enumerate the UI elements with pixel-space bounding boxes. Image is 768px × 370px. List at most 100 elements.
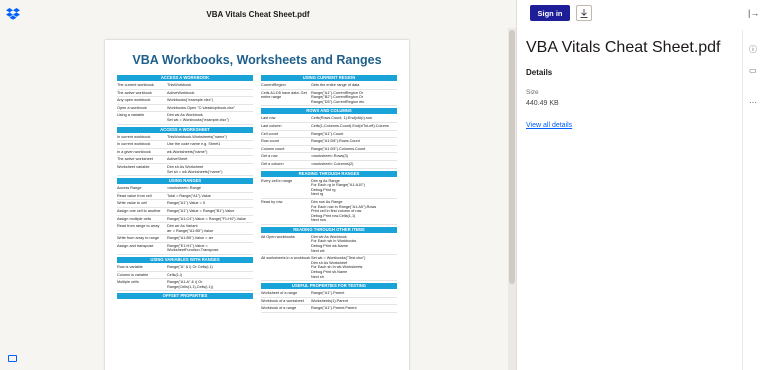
table-row: Get a column <worksheet>.Columns(2) xyxy=(261,161,397,169)
row-code: Cells(Rows.Count, 1).End(xlUp).row xyxy=(311,116,372,121)
document-title: VBA Vitals Cheat Sheet.pdf xyxy=(206,9,310,19)
preview-header: VBA Vitals Cheat Sheet.pdf xyxy=(0,0,516,28)
row-code: Total = Range("A1").Value xyxy=(167,193,211,198)
row-code: Dim rg As Range For Each rg In Range("A1… xyxy=(311,178,365,197)
section-heading: USEFUL PROPERTIES FOR TESTING xyxy=(261,283,397,290)
row-label: Cells A1:D5 have data. Get entire range xyxy=(261,90,307,100)
preview-area: VBA Vitals Cheat Sheet.pdf VBA Workbooks… xyxy=(0,0,516,370)
row-code: Use the code name e.g. Sheet1 xyxy=(167,142,221,147)
view-all-details-link[interactable]: View all details xyxy=(526,122,572,129)
row-label: The current workbook xyxy=(117,83,154,87)
download-button[interactable] xyxy=(576,5,592,21)
download-icon xyxy=(580,8,588,18)
row-label: All worksheets in a workbook xyxy=(261,256,310,261)
size-value: 440.49 KB xyxy=(526,100,559,107)
row-code: Worksheets(1).Parent xyxy=(311,298,348,303)
row-label: Read value from cell xyxy=(117,193,152,198)
section-heading: OFFSET PROPERTIES xyxy=(117,293,253,300)
row-code: <worksheet>.Range xyxy=(167,186,201,191)
table-row: Cells A1:D5 have data. Get entire range R… xyxy=(261,90,397,107)
row-label: Worksheet of a range xyxy=(261,291,298,296)
row-code: Range("A1:D5").Columns.Count xyxy=(311,146,366,151)
row-label: In current workbook xyxy=(117,134,151,139)
row-label: Read from range to array xyxy=(117,224,160,229)
row-code: Dim wk As Workbook Set wk = Workbooks("e… xyxy=(167,113,229,122)
row-code: Dim row As Range For Each row In Range("… xyxy=(311,199,377,223)
row-code: ThisWorkbook.Worksheets("name") xyxy=(167,134,227,139)
section-heading: USING RANGES xyxy=(117,178,253,185)
table-row: All Open workbooks Dim wk As Workbook For… xyxy=(261,234,397,256)
row-label: Get a column xyxy=(261,161,284,166)
table-row: Last row Cells(Rows.Count, 1).End(xlUp).r… xyxy=(261,115,397,123)
row-label: All Open workbooks xyxy=(261,234,295,239)
section-heading: USING CURRENT REGION xyxy=(261,75,397,81)
table-row: Cell count Range("A1").Count xyxy=(261,131,397,139)
more-options-icon[interactable]: ⋯ xyxy=(749,98,757,107)
right-rail xyxy=(742,30,768,370)
row-code: Range("A1").Value = 5 xyxy=(167,201,205,206)
info-icon[interactable]: ⓘ xyxy=(749,44,757,55)
row-code: Range("A1").Parent.Parent xyxy=(311,306,357,311)
section-heading: ROWS AND COLUMNS xyxy=(261,108,397,115)
row-code: Range("E1:H1").Value = WorksheetFunction… xyxy=(167,243,219,253)
row-code: Workbooks("example.xlsx") xyxy=(167,98,214,103)
row-label: Multiple cells xyxy=(117,280,139,285)
row-code: Gets the entire range of data xyxy=(311,83,360,87)
dropbox-logo-icon[interactable] xyxy=(6,8,20,20)
row-label: In current workbook xyxy=(117,142,151,147)
row-label: Worksheet variable xyxy=(117,164,150,169)
table-row: Column count Range("A1:D5").Columns.Count xyxy=(261,146,397,154)
table-row: Assign multiple cells Range("A1:C4").Valu… xyxy=(117,216,253,224)
row-label: Workbook of a range xyxy=(261,306,297,311)
comment-icon[interactable] xyxy=(8,355,17,362)
table-row: Workbook of a worksheet Worksheets(1).Par… xyxy=(261,298,397,306)
table-row: Assign one cell to another Range("A1").Va… xyxy=(117,208,253,216)
row-label: Write from array to range xyxy=(117,236,160,241)
size-label: Size xyxy=(526,89,539,96)
row-code: Range("A1").CurrentRegion Or Range("B2")… xyxy=(311,90,366,104)
row-label: Open a workbook xyxy=(117,105,147,110)
section-heading: ACCESS A WORKBOOK xyxy=(117,75,253,81)
pdf-viewer[interactable]: VBA Workbooks, Worksheets and Ranges ACC… xyxy=(0,28,516,370)
row-code: Dim wk As Workbook For Each wk In Workbo… xyxy=(311,234,357,253)
row-label: Every cell in range xyxy=(261,178,293,183)
section-heading: USING VARIABLES WITH RANGES xyxy=(117,257,253,264)
scrollbar-thumb[interactable] xyxy=(509,30,515,284)
table-row: Read by row Dim row As Range For Each row… xyxy=(261,199,397,225)
cheat-sheet-right-column: USING CURRENT REGION CurrentRegion Gets th… xyxy=(261,73,397,313)
table-row: Assign and transpose Range("E1:H1").Value… xyxy=(117,243,253,256)
row-code: Range("A1").Value = Range("B1").Value xyxy=(167,208,235,213)
table-row: Using a variable Dim wk As Workbook Set w… xyxy=(117,112,253,125)
panel-title: VBA Vitals Cheat Sheet.pdf xyxy=(526,39,721,56)
table-row: Column is variable Cells(1,i) xyxy=(117,272,253,280)
section-heading: READING THROUGH RANGES xyxy=(261,170,397,177)
row-label: Read by row xyxy=(261,199,283,204)
table-row: Row count Range("A1:D8").Rows.Count xyxy=(261,138,397,146)
row-label: Assign multiple cells xyxy=(117,216,152,221)
comments-icon[interactable]: ▭ xyxy=(749,66,757,75)
section-heading: ACCESS A WORKSHEET xyxy=(117,126,253,133)
row-code: Range("A1:C4").Value = Range("F1:H4").Va… xyxy=(167,216,247,221)
row-label: Column count xyxy=(261,146,285,151)
scrollbar[interactable] xyxy=(508,28,516,370)
row-code: ActiveWorkbook xyxy=(167,90,195,95)
table-row: CurrentRegion Gets the entire range of da… xyxy=(261,82,397,90)
section-heading: READING THROUGH OTHER ITEMS xyxy=(261,226,397,233)
row-label: Last row xyxy=(261,116,276,121)
row-code: <worksheet>.Rows(3) xyxy=(311,154,348,159)
table-row: Every cell in range Dim rg As Range For E… xyxy=(261,178,397,199)
table-row: In a given workbook wk.Worksheets("name") xyxy=(117,149,253,157)
collapse-panel-icon[interactable]: |→ xyxy=(748,8,759,18)
cheat-sheet-title: VBA Workbooks, Worksheets and Ranges xyxy=(132,53,382,67)
row-code: Cells(1,Columns.Count).End(xlToLeft).Col… xyxy=(311,123,389,128)
row-label: The active worksheet xyxy=(117,157,153,162)
row-label: Write value to cell xyxy=(117,201,147,206)
app: VBA Vitals Cheat Sheet.pdf VBA Workbooks… xyxy=(0,0,768,370)
row-code: Range("A" & i) Or Cells(i,1) xyxy=(167,265,213,270)
row-label: The active workbook xyxy=(117,90,152,95)
row-label: Column is variable xyxy=(117,272,149,277)
sign-in-button[interactable]: Sign in xyxy=(530,5,570,21)
table-row: Access Range <worksheet>.Range xyxy=(117,185,253,193)
table-row: Write value to cell Range("A1").Value = 5 xyxy=(117,200,253,208)
cheat-sheet-left-column: ACCESS A WORKBOOK The current workbook Thi… xyxy=(117,73,253,313)
